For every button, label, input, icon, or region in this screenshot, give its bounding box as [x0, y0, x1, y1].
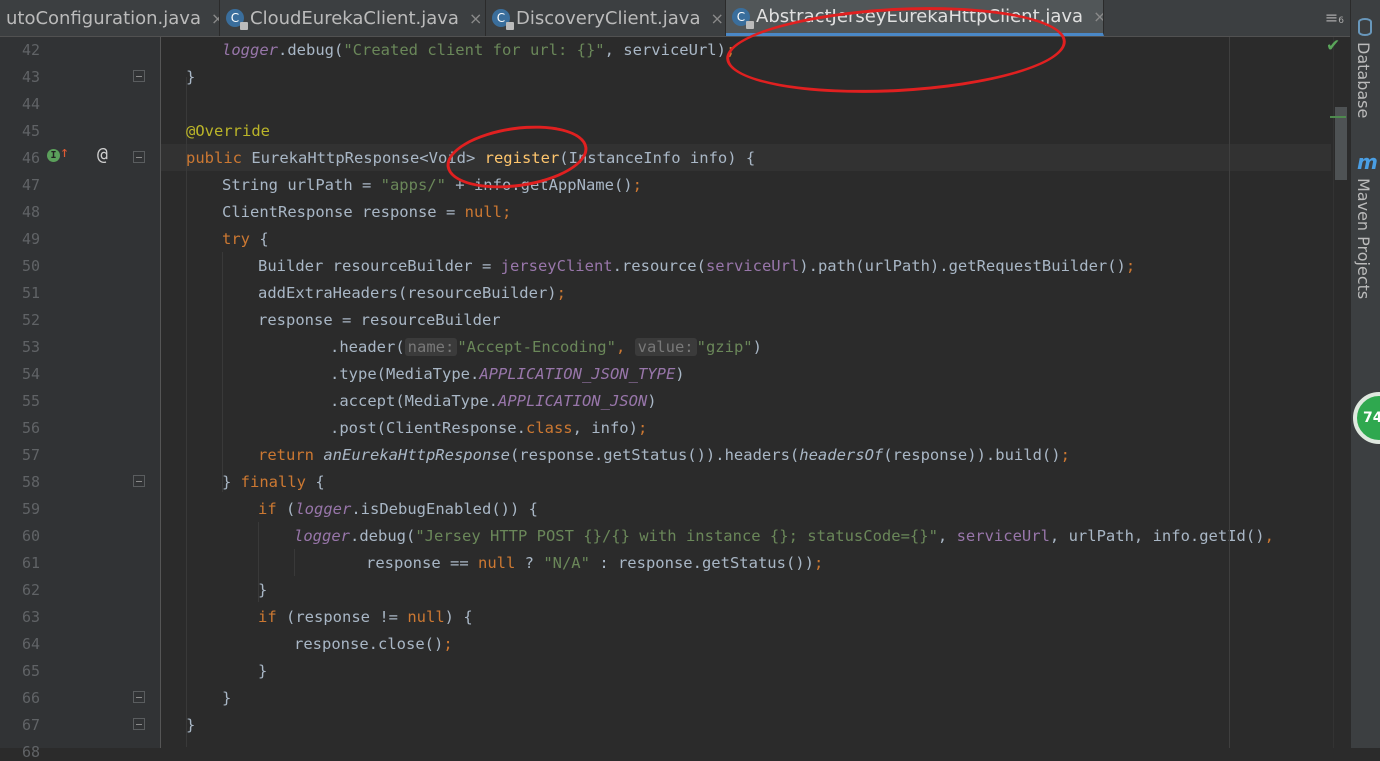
indent-guide	[222, 252, 223, 492]
error-stripe-mark[interactable]	[1330, 116, 1346, 118]
line-number: 54	[21, 365, 40, 383]
code-line-67: }	[186, 716, 196, 734]
line-number: 68	[21, 743, 40, 761]
fold-icon[interactable]	[133, 475, 145, 487]
fold-icon[interactable]	[133, 691, 145, 703]
code-line-59: if (logger.isDebugEnabled()) {	[258, 500, 538, 518]
class-icon: C	[492, 9, 514, 30]
line-number: 42	[21, 41, 40, 59]
override-arrow-icon[interactable]: ↑	[60, 143, 69, 161]
line-number: 61	[21, 554, 40, 572]
tab-list-menu-icon[interactable]: ≡6	[1325, 8, 1344, 27]
code-line-62: }	[258, 581, 268, 599]
code-line-63: if (response != null) {	[258, 608, 473, 626]
right-tool-window-strip: Database m Maven Projects	[1350, 0, 1380, 748]
code-line-47: String urlPath = "apps/" + info.getAppNa…	[222, 176, 642, 194]
maven-projects-tool-window-button[interactable]: Maven Projects	[1354, 178, 1373, 299]
code-line-66: }	[222, 689, 232, 707]
code-line-52: response = resourceBuilder	[258, 311, 501, 329]
fold-icon[interactable]	[133, 151, 145, 163]
line-number: 67	[21, 716, 40, 734]
fold-icon[interactable]	[133, 70, 145, 82]
line-number: 60	[21, 527, 40, 545]
tab-cloud-eureka-client[interactable]: C CloudEurekaClient.java ×	[220, 0, 486, 36]
code-line-53: .header(name: "Accept-Encoding", value: "g…	[330, 338, 762, 356]
code-editor[interactable]: logger.debug("Created client for url: {}…	[161, 37, 1331, 748]
class-icon: C	[226, 9, 248, 30]
code-line-51: addExtraHeaders(resourceBuilder);	[258, 284, 566, 302]
close-icon[interactable]: ×	[211, 9, 219, 28]
line-number: 53	[21, 338, 40, 356]
line-number: 50	[21, 257, 40, 275]
code-line-61: response == null ? "N/A" : response.getS…	[366, 554, 824, 572]
tab-discovery-client[interactable]: C DiscoveryClient.java ×	[486, 0, 726, 36]
fold-icon[interactable]	[133, 718, 145, 730]
line-number: 52	[21, 311, 40, 329]
class-icon: C	[732, 7, 754, 29]
code-line-45: @Override	[186, 122, 270, 140]
lock-icon	[506, 22, 514, 30]
tab-auto-configuration[interactable]: utoConfiguration.java ×	[0, 0, 220, 36]
annotation-marker-icon[interactable]: @	[97, 144, 108, 165]
code-line-55: .accept(MediaType.APPLICATION_JSON)	[330, 392, 657, 410]
line-number: 64	[21, 635, 40, 653]
line-number: 56	[21, 419, 40, 437]
inspection-ok-icon[interactable]: ✔	[1326, 36, 1340, 56]
close-icon[interactable]: ×	[710, 9, 723, 28]
tab-label: utoConfiguration.java	[6, 7, 201, 29]
line-number: 48	[21, 203, 40, 221]
tab-label: CloudEurekaClient.java	[250, 7, 459, 29]
code-line-43: }	[186, 68, 196, 86]
code-line-64: response.close();	[294, 635, 453, 653]
line-number: 66	[21, 689, 40, 707]
line-number: 55	[21, 392, 40, 410]
line-number: 57	[21, 446, 40, 464]
line-number: 65	[21, 662, 40, 680]
close-icon[interactable]: ×	[469, 9, 482, 28]
maven-icon[interactable]: m	[1357, 150, 1378, 174]
implements-marker-icon[interactable]: I	[47, 149, 60, 162]
right-margin-guide	[1229, 37, 1230, 748]
code-line-57: return anEurekaHttpResponse(response.get…	[258, 446, 1070, 464]
line-number: 59	[21, 500, 40, 518]
line-number: 47	[21, 176, 40, 194]
code-line-65: }	[258, 662, 268, 680]
parameter-hint: name:	[404, 338, 458, 356]
line-number: 49	[21, 230, 40, 248]
code-line-50: Builder resourceBuilder = jerseyClient.r…	[258, 257, 1136, 275]
line-number: 45	[21, 122, 40, 140]
line-number: 63	[21, 608, 40, 626]
code-line-48: ClientResponse response = null;	[222, 203, 512, 221]
lock-icon	[746, 20, 754, 29]
tab-label: DiscoveryClient.java	[516, 7, 701, 29]
code-line-60: logger.debug("Jersey HTTP POST {}/{} wit…	[294, 527, 1274, 545]
line-number: 43	[21, 68, 40, 86]
editor-gutter: 42 43 44 45 46 47 48 49 50 51 52 53 54 55 56 57 58 59 60 61…	[0, 37, 160, 761]
parameter-hint: value:	[634, 338, 697, 356]
line-number: 51	[21, 284, 40, 302]
lock-icon	[240, 22, 248, 30]
code-line-42: logger.debug("Created client for url: {}…	[222, 41, 736, 59]
database-tool-window-button[interactable]: Database	[1354, 42, 1373, 118]
database-icon[interactable]	[1358, 18, 1372, 36]
code-line-56: .post(ClientResponse.class, info);	[330, 419, 648, 437]
line-number: 46	[21, 149, 40, 167]
indent-guide	[294, 549, 295, 576]
editor-tab-bar: utoConfiguration.java × C CloudEurekaCli…	[0, 0, 1350, 37]
line-number: 58	[21, 473, 40, 491]
code-line-54: .type(MediaType.APPLICATION_JSON_TYPE)	[330, 365, 685, 383]
line-number: 62	[21, 581, 40, 599]
code-line-49: try {	[222, 230, 269, 248]
indent-guide	[186, 77, 187, 747]
line-number: 44	[21, 95, 40, 113]
code-line-58: } finally {	[222, 473, 325, 491]
close-icon[interactable]: ×	[1093, 7, 1103, 26]
